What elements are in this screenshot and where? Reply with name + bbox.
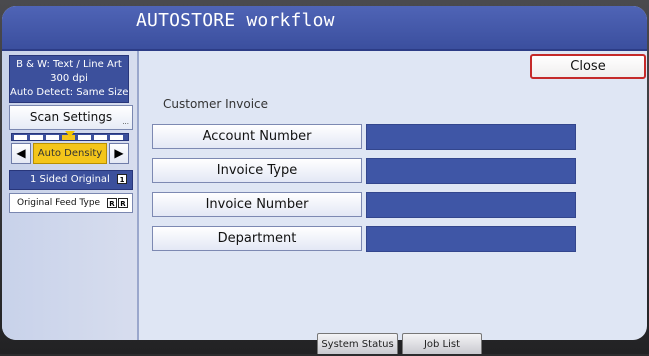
invoice-type-value	[366, 158, 576, 184]
arrow-left-icon: ◀	[16, 146, 26, 160]
scan-settings-sidebar: B & W: Text / Line Art 300 dpi Auto Dete…	[2, 51, 139, 340]
system-status-button[interactable]: System Status	[317, 333, 398, 354]
scan-mode-size: Auto Detect: Same Size	[10, 87, 129, 98]
density-segment	[78, 135, 91, 140]
invoice-number-button[interactable]: Invoice Number	[152, 192, 362, 217]
scan-settings-label: Scan Settings	[29, 110, 113, 124]
original-feed-type-button[interactable]: Original Feed Type R R	[9, 193, 133, 213]
density-marker-icon	[65, 131, 75, 137]
scan-mode-type: B & W: Text / Line Art	[16, 59, 122, 70]
title-bar: AUTOSTORE workflow	[2, 6, 647, 51]
window-title: AUTOSTORE workflow	[136, 10, 335, 31]
account-number-value	[366, 124, 576, 150]
feed-type-label: Original Feed Type	[17, 198, 101, 208]
one-sided-icon: 1	[117, 174, 127, 184]
density-lighter-button[interactable]: ◀	[11, 143, 31, 164]
job-list-button[interactable]: Job List	[402, 333, 482, 354]
scan-settings-button[interactable]: Scan Settings ...	[9, 105, 133, 130]
arrow-right-icon: ▶	[114, 146, 124, 160]
department-value	[366, 226, 576, 252]
density-segment	[46, 135, 59, 140]
sided-original-label: 1 Sided Original	[30, 174, 110, 185]
scan-mode-resolution: 300 dpi	[50, 73, 88, 84]
invoice-type-button[interactable]: Invoice Type	[152, 158, 362, 183]
auto-density-button[interactable]: Auto Density	[33, 143, 107, 164]
density-darker-button[interactable]: ▶	[109, 143, 129, 164]
scan-mode-summary: B & W: Text / Line Art 300 dpi Auto Dete…	[9, 55, 129, 103]
sided-original-button[interactable]: 1 Sided Original 1	[9, 170, 133, 190]
density-segment	[14, 135, 27, 140]
department-button[interactable]: Department	[152, 226, 362, 251]
density-segment	[94, 135, 107, 140]
close-button[interactable]: Close	[530, 54, 646, 79]
account-number-button[interactable]: Account Number	[152, 124, 362, 149]
feed-orientation-icon: R	[107, 198, 117, 208]
density-control: ◀ Auto Density ▶	[11, 143, 129, 164]
feed-orientation-icon: R	[118, 198, 128, 208]
touch-screen: AUTOSTORE workflow B & W: Text / Line Ar…	[2, 6, 647, 340]
density-segment	[110, 135, 123, 140]
more-indicator: ...	[122, 118, 129, 126]
invoice-number-value	[366, 192, 576, 218]
section-title: Customer Invoice	[163, 97, 269, 111]
density-segment	[30, 135, 43, 140]
